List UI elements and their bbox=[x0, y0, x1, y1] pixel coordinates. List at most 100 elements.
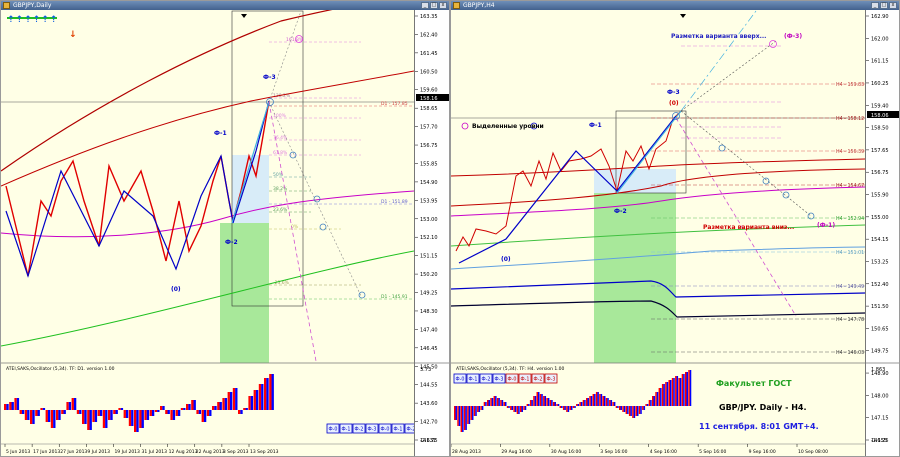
osc-bar-blue bbox=[229, 392, 233, 410]
legend-button-label: Ф-0 bbox=[329, 427, 338, 433]
h4-chart-window[interactable]: GBPJPY,H4 _ □ x H4 - 159.83 H4 - 158.12 … bbox=[450, 0, 900, 457]
osc-bar-red bbox=[97, 410, 100, 416]
osc-bar-blue bbox=[636, 406, 639, 416]
osc-bar-red bbox=[35, 410, 38, 416]
osc-bar-red bbox=[622, 406, 624, 412]
osc-bar-red bbox=[638, 406, 641, 414]
osc-bar-blue bbox=[255, 390, 259, 410]
osc-bar-red bbox=[556, 404, 558, 406]
wave-label-f2: Ф-2 bbox=[225, 239, 238, 246]
osc-bar-blue bbox=[485, 402, 487, 406]
osc-bar-red bbox=[549, 400, 552, 406]
wave-label-f1: Ф-1 bbox=[214, 130, 227, 137]
price-tick-label: 143.60 bbox=[420, 401, 438, 407]
osc-bar-blue bbox=[271, 374, 274, 410]
osc-bar-red bbox=[186, 404, 189, 410]
osc-bar-red bbox=[589, 396, 591, 406]
price-tick-label: 155.00 bbox=[871, 215, 889, 221]
date-tick-label: 22 Aug 2013 bbox=[196, 449, 225, 455]
osc-bar-blue bbox=[6, 404, 9, 410]
osc-bar-blue bbox=[511, 406, 514, 410]
osc-bar-red bbox=[82, 410, 85, 424]
price-tick-label: 162.90 bbox=[871, 14, 889, 20]
osc-bar-red bbox=[217, 402, 220, 410]
daily-price-axis[interactable]: 163.35 162.40 161.45 160.50 159.60 158.65 157.… bbox=[414, 10, 449, 456]
arrow-up-icon: ⇡ bbox=[32, 15, 41, 25]
osc-bar-blue bbox=[518, 406, 520, 414]
close-icon[interactable]: x bbox=[439, 2, 447, 9]
osc-bar-red bbox=[258, 384, 262, 410]
osc-bar-red bbox=[40, 408, 43, 410]
osc-bar-red bbox=[609, 400, 611, 406]
legend-button-label: Ф-0 bbox=[456, 377, 465, 383]
osc-bar-blue bbox=[673, 378, 675, 406]
osc-bar-red bbox=[232, 388, 236, 410]
osc-bar-blue bbox=[574, 406, 576, 408]
osc-bar-blue bbox=[471, 406, 474, 420]
osc-max-label: 1.863 bbox=[871, 367, 885, 373]
price-tick-label: 155.90 bbox=[871, 193, 889, 199]
osc-bar-blue bbox=[594, 394, 596, 406]
price-tick-label: 160.50 bbox=[420, 69, 438, 75]
osc-bar-red bbox=[582, 400, 585, 406]
osc-bar-blue bbox=[120, 408, 124, 410]
osc-bar-blue bbox=[203, 410, 207, 422]
maximize-icon[interactable]: □ bbox=[430, 2, 438, 9]
price-tick-label: 147.40 bbox=[420, 327, 438, 333]
osc-bar-red bbox=[500, 400, 502, 406]
osc-bar-red bbox=[45, 410, 48, 422]
osc-bar-blue bbox=[650, 400, 652, 406]
osc-bar-blue bbox=[587, 398, 589, 406]
price-tick-label: 151.50 bbox=[871, 304, 889, 310]
osc-bar-blue bbox=[561, 406, 563, 408]
osc-bar-red bbox=[493, 396, 496, 406]
osc-bar-red bbox=[671, 378, 674, 406]
oscillator-label: ATEI,SAKS,Oscillator (5,34). TF: D1. ver… bbox=[6, 366, 115, 372]
osc-bar-red bbox=[510, 406, 512, 410]
daily-price-chart[interactable]: 161.8% 138.2% 100% 76.4% 61.8% 50% 38.2%… bbox=[1, 10, 414, 457]
osc-bar-red bbox=[628, 406, 631, 416]
school-name: Факультет ГОСТ bbox=[716, 379, 792, 388]
osc-bar-blue bbox=[584, 400, 586, 406]
osc-bar-red bbox=[496, 398, 499, 406]
ma-red-line bbox=[1, 70, 414, 187]
maximize-icon[interactable]: □ bbox=[880, 2, 888, 9]
wave-label-f3: Ф-3 bbox=[263, 74, 276, 81]
daily-chart-window[interactable]: GBPJPY,Daily _ □ x 161.8% 138.2% 100% 76… bbox=[0, 0, 450, 457]
window-titlebar[interactable]: GBPJPY,Daily _ □ x bbox=[1, 1, 449, 10]
level-tag: H4 - 152.94 bbox=[836, 216, 864, 222]
wave-label-0: (0) bbox=[171, 286, 181, 293]
osc-bar-red bbox=[513, 406, 515, 412]
h4-price-axis[interactable]: 162.90 162.00 161.15 160.25 159.40 158.50 157.… bbox=[865, 10, 899, 456]
date-tick-label: 12 Aug 2013 bbox=[169, 449, 198, 455]
level-tag: H4 - 147.78 bbox=[836, 317, 864, 323]
osc-bar-blue bbox=[42, 408, 46, 410]
window-titlebar[interactable]: GBPJPY,H4 _ □ x bbox=[451, 1, 899, 10]
osc-bar-blue bbox=[504, 402, 507, 406]
osc-bar-red bbox=[655, 392, 657, 406]
price-tick-label: 159.40 bbox=[871, 103, 889, 109]
osc-bar-red bbox=[533, 396, 535, 406]
osc-bar-red bbox=[134, 410, 137, 432]
minimize-icon[interactable]: _ bbox=[421, 2, 429, 9]
osc-bar-blue bbox=[475, 406, 477, 416]
osc-bar-red bbox=[139, 410, 142, 428]
minimize-icon[interactable]: _ bbox=[871, 2, 879, 9]
price-tick-label: 161.45 bbox=[420, 51, 438, 57]
osc-bar-blue bbox=[105, 410, 108, 428]
osc-bar-red bbox=[516, 406, 519, 414]
osc-bar-red bbox=[4, 404, 7, 410]
date-tick-label: 30 Aug 16:00 bbox=[551, 449, 581, 455]
osc-bar-red bbox=[668, 380, 670, 406]
osc-bar-blue bbox=[214, 406, 217, 410]
osc-bar-blue bbox=[79, 410, 82, 414]
osc-bar-blue bbox=[531, 400, 533, 406]
price-tick-label: 144.55 bbox=[420, 383, 438, 389]
h4-price-chart[interactable]: H4 - 159.83 H4 - 158.12 H4 - 156.39 H4 -… bbox=[451, 10, 865, 457]
osc-bar-red bbox=[238, 410, 241, 414]
osc-bar-blue bbox=[610, 400, 613, 406]
osc-bar-red bbox=[612, 402, 614, 406]
legend-button-label: Ф-2 bbox=[407, 427, 415, 433]
close-icon[interactable]: x bbox=[889, 2, 897, 9]
osc-bar-blue bbox=[679, 378, 682, 406]
